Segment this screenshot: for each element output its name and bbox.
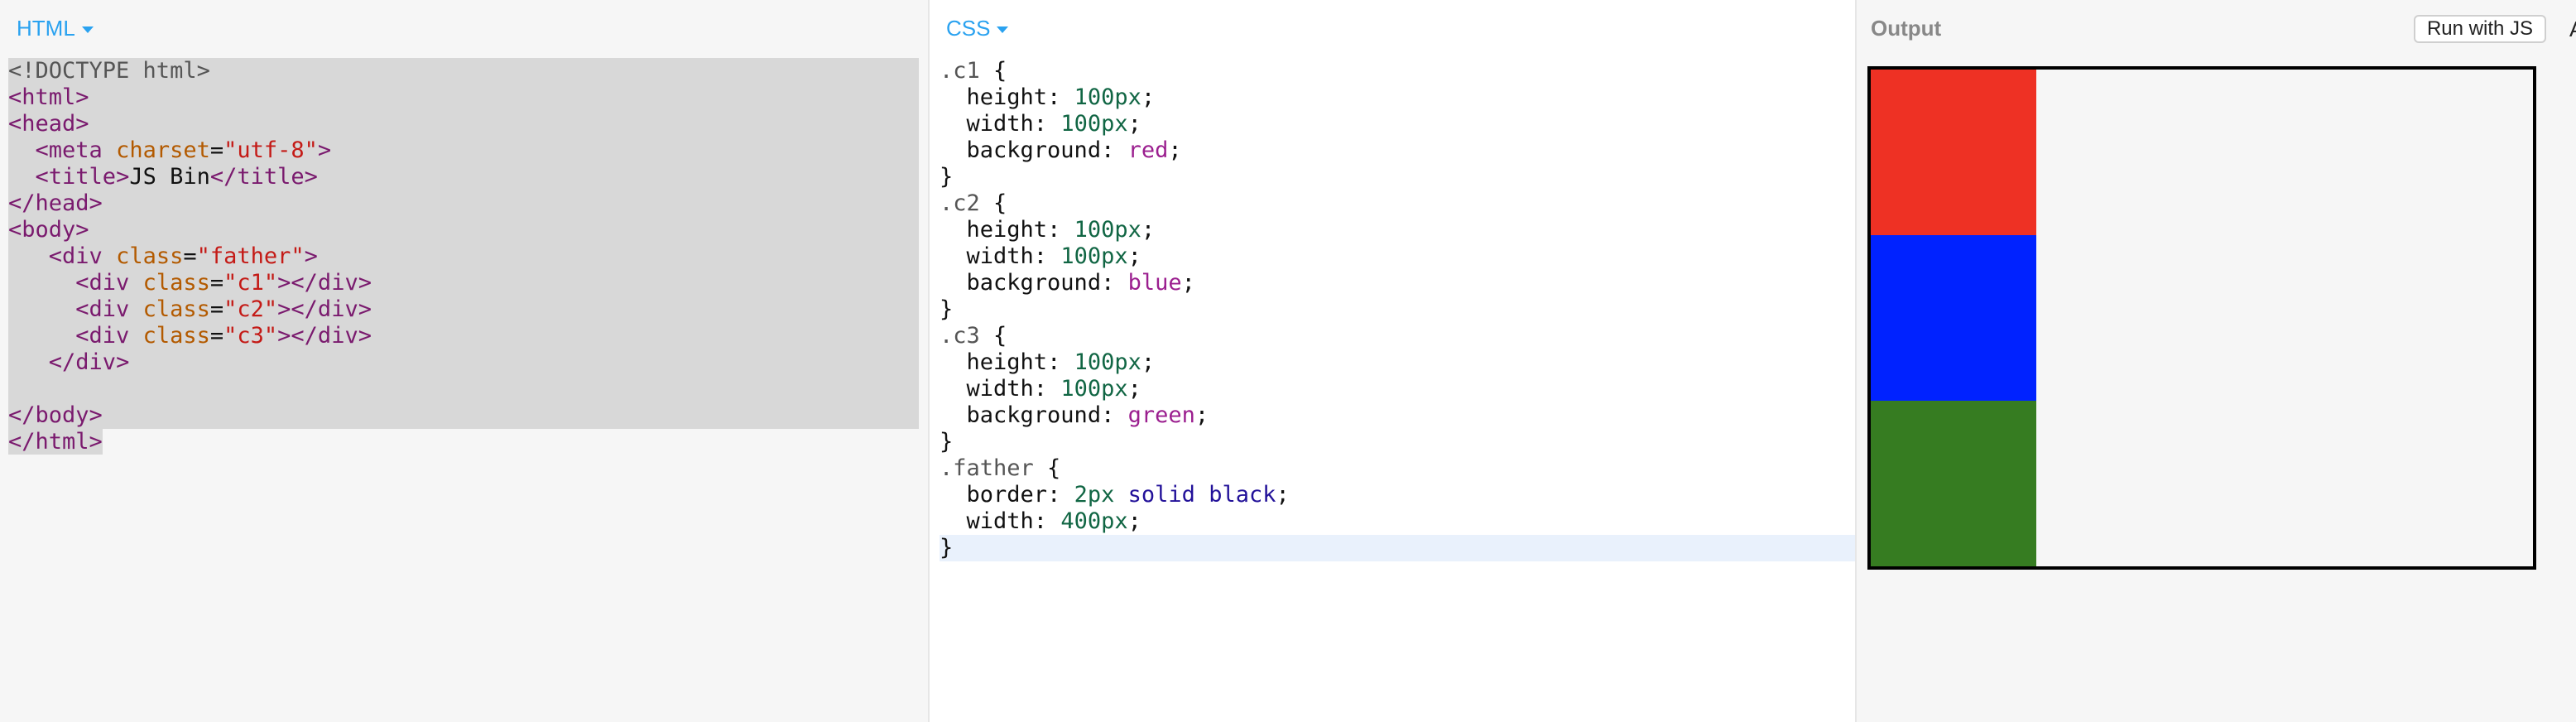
- css-code-line[interactable]: .father {: [940, 455, 1855, 482]
- css-code-line[interactable]: border: 2px solid black;: [940, 482, 1855, 508]
- css-code-line[interactable]: background: blue;: [940, 270, 1855, 296]
- html-code-editor[interactable]: <!DOCTYPE html> <html> <head> <meta charse…: [8, 58, 919, 455]
- html-panel-label[interactable]: HTML: [17, 16, 75, 41]
- css-code-line[interactable]: width: 100px;: [940, 243, 1855, 270]
- preview-box-c3: [1871, 401, 2036, 566]
- css-code-line[interactable]: height: 100px;: [940, 84, 1855, 111]
- css-code-line[interactable]: .c1 {: [940, 58, 1855, 84]
- css-code-line[interactable]: background: green;: [940, 402, 1855, 429]
- chevron-down-icon[interactable]: [81, 26, 94, 33]
- html-code-line[interactable]: </div>: [8, 349, 919, 376]
- css-code-line[interactable]: height: 100px;: [940, 217, 1855, 243]
- css-code-line[interactable]: height: 100px;: [940, 349, 1855, 376]
- html-code-line[interactable]: <div class="c3"></div>: [8, 323, 919, 349]
- html-code-line[interactable]: ​: [8, 376, 919, 402]
- preview-box-c2: [1871, 235, 2036, 401]
- css-panel-label[interactable]: CSS: [946, 16, 990, 41]
- html-code-line[interactable]: <div class="c1"></div>: [8, 270, 919, 296]
- html-code-line[interactable]: <body>: [8, 217, 919, 243]
- preview-box-c1: [1871, 70, 2036, 235]
- css-code-line[interactable]: width: 400px;: [940, 508, 1855, 535]
- html-code-line[interactable]: </head>: [8, 190, 919, 217]
- html-panel[interactable]: HTML <!DOCTYPE html> <html> <head> <meta c…: [0, 0, 928, 722]
- html-code-line[interactable]: <div class="father">: [8, 243, 919, 270]
- css-code-line[interactable]: background: red;: [940, 137, 1855, 164]
- html-code-line[interactable]: <title>JS Bin</title>: [8, 164, 919, 190]
- css-code-line[interactable]: }: [940, 296, 1855, 323]
- css-panel[interactable]: CSS .c1 { height: 100px; width: 100px; b…: [928, 0, 1855, 722]
- html-code-line[interactable]: <head>: [8, 111, 919, 137]
- auto-run-label[interactable]: A: [2569, 17, 2576, 42]
- chevron-down-icon[interactable]: [997, 26, 1009, 33]
- html-code-line[interactable]: </body>: [8, 402, 919, 429]
- html-code-line[interactable]: </html>: [8, 429, 919, 455]
- html-panel-menu[interactable]: HTML: [17, 13, 94, 43]
- run-with-js-button[interactable]: Run with JS: [2414, 15, 2546, 43]
- preview-father-box: [1867, 66, 2536, 570]
- html-code-line[interactable]: <meta charset="utf-8">: [8, 137, 919, 164]
- css-code-line[interactable]: .c2 {: [940, 190, 1855, 217]
- css-code-line[interactable]: }: [940, 164, 1855, 190]
- css-code-line[interactable]: }: [940, 429, 1855, 455]
- html-code-line[interactable]: <html>: [8, 84, 919, 111]
- html-code-line[interactable]: <!DOCTYPE html>: [8, 58, 919, 84]
- output-panel-label: Output: [1871, 15, 1942, 41]
- html-code-line[interactable]: <div class="c2"></div>: [8, 296, 919, 323]
- css-code-line[interactable]: .c3 {: [940, 323, 1855, 349]
- css-code-line[interactable]: width: 100px;: [940, 111, 1855, 137]
- css-panel-menu[interactable]: CSS: [946, 13, 1009, 43]
- css-code-line[interactable]: }: [940, 535, 1855, 561]
- css-code-line[interactable]: width: 100px;: [940, 376, 1855, 402]
- css-code-editor[interactable]: .c1 { height: 100px; width: 100px; backg…: [940, 58, 1855, 561]
